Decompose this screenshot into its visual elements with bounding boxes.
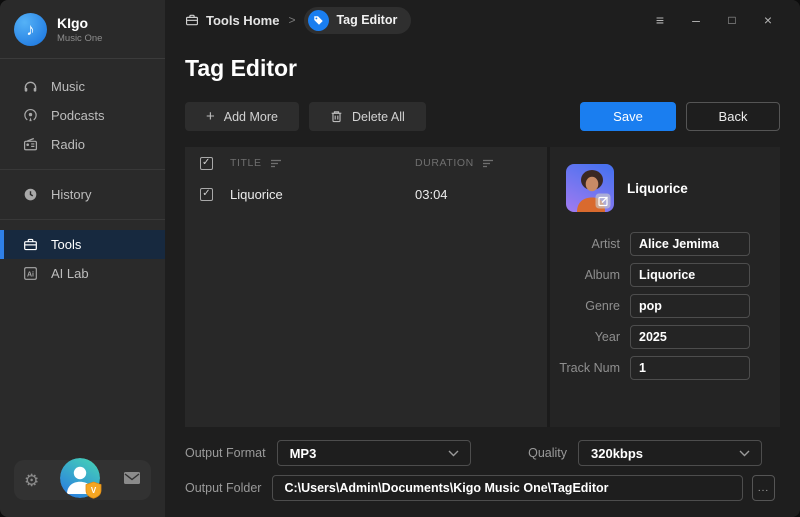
sidebar-item-label: Podcasts: [51, 108, 105, 123]
album-label: Album: [584, 268, 620, 282]
svg-text:V: V: [91, 486, 97, 495]
workspace: ✓ TITLE DURATION ✓ Liquorice 03:04 Liquo…: [185, 147, 780, 427]
artist-field[interactable]: [630, 232, 750, 256]
sidebar-item-music[interactable]: Music: [0, 72, 165, 101]
track-title-cell: Liquorice: [230, 186, 283, 202]
delete-all-button[interactable]: Delete All: [308, 102, 426, 131]
sidebar-item-ai-lab[interactable]: Ai AI Lab: [0, 259, 165, 288]
tag-icon: [308, 9, 330, 31]
close-button[interactable]: ×: [750, 7, 786, 33]
quality-select[interactable]: 320kbps: [578, 440, 762, 466]
album-art[interactable]: [566, 164, 614, 212]
app-window: ♪ KIgo Music One Music Podcasts Radio Hi…: [0, 0, 800, 517]
sort-icon[interactable]: [482, 159, 494, 168]
sidebar-divider: [0, 58, 165, 59]
sidebar-item-label: AI Lab: [51, 266, 89, 281]
add-more-button[interactable]: + Add More: [185, 102, 299, 131]
avatar[interactable]: V: [59, 457, 103, 501]
table-header: ✓ TITLE DURATION: [185, 147, 547, 179]
topbar: Tools Home > Tag Editor ≡ – □ ×: [165, 0, 800, 40]
check-icon: ✓: [202, 188, 211, 199]
chevron-right-separator: >: [288, 13, 296, 27]
toolbox-icon: [24, 238, 37, 251]
output-settings-row: Output Format MP3 Quality 320kbps: [185, 440, 762, 466]
plus-icon: +: [206, 108, 215, 125]
maximize-button[interactable]: □: [714, 7, 750, 33]
track-table: ✓ TITLE DURATION ✓ Liquorice 03:04: [185, 147, 547, 427]
nav-divider: [0, 219, 165, 220]
menu-icon[interactable]: ≡: [642, 7, 678, 33]
output-folder-row: Output Folder ...: [185, 475, 775, 501]
music-note-icon: ♪: [26, 19, 35, 39]
toolbox-icon: [186, 14, 198, 26]
output-format-select[interactable]: MP3: [276, 440, 471, 466]
page-title: Tag Editor: [185, 55, 298, 81]
column-header-title: TITLE: [230, 157, 262, 169]
output-folder-input[interactable]: [272, 475, 743, 501]
check-icon: ✓: [202, 157, 211, 168]
sidebar-item-podcasts[interactable]: Podcasts: [0, 101, 165, 130]
sidebar-nav: Music Podcasts Radio History Tools Ai AI…: [0, 72, 165, 288]
trash-icon: [331, 111, 342, 123]
table-row[interactable]: ✓ Liquorice 03:04: [185, 179, 547, 209]
year-field[interactable]: [630, 325, 750, 349]
gear-icon[interactable]: ⚙: [24, 472, 39, 489]
track-num-label: Track Num: [559, 361, 620, 375]
column-header-duration: DURATION: [415, 157, 474, 169]
ai-lab-icon: Ai: [24, 267, 37, 280]
svg-text:Ai: Ai: [27, 271, 34, 278]
save-button[interactable]: Save: [580, 102, 676, 131]
quality-label: Quality: [528, 446, 567, 460]
genre-field[interactable]: [630, 294, 750, 318]
breadcrumb-tools-home[interactable]: Tools Home: [185, 13, 279, 28]
shield-badge-icon: V: [85, 481, 102, 499]
output-format-label: Output Format: [185, 446, 266, 460]
chevron-down-icon: [448, 450, 459, 456]
browse-folder-button[interactable]: ...: [752, 475, 775, 501]
sidebar-item-label: Radio: [51, 137, 85, 152]
minimize-button[interactable]: –: [678, 7, 714, 33]
sidebar-item-tools[interactable]: Tools: [0, 230, 165, 259]
sidebar-item-radio[interactable]: Radio: [0, 130, 165, 159]
detail-track-title: Liquorice: [627, 180, 688, 196]
history-clock-icon: [24, 188, 37, 201]
nav-divider: [0, 169, 165, 170]
track-duration-cell: 03:04: [415, 186, 448, 202]
sidebar-item-label: Music: [51, 79, 85, 94]
podcast-icon: [24, 109, 37, 122]
artist-label: Artist: [591, 237, 620, 251]
year-label: Year: [594, 330, 620, 344]
row-checkbox[interactable]: ✓: [200, 187, 213, 201]
select-all-checkbox[interactable]: ✓: [200, 156, 213, 170]
genre-label: Genre: [585, 299, 620, 313]
chevron-down-icon: [739, 450, 750, 456]
mail-icon[interactable]: [123, 471, 141, 490]
track-num-field[interactable]: [630, 356, 750, 380]
breadcrumb: Tools Home > Tag Editor: [185, 6, 412, 34]
headphones-icon: [24, 81, 37, 92]
app-logo-row: ♪ KIgo Music One: [0, 0, 165, 58]
avatar-icon: V: [60, 458, 102, 499]
app-logo-icon: ♪: [14, 13, 47, 46]
breadcrumb-tag-editor[interactable]: Tag Editor: [304, 6, 412, 34]
app-name: KIgo: [57, 14, 89, 31]
sidebar: ♪ KIgo Music One Music Podcasts Radio Hi…: [0, 0, 165, 517]
sidebar-item-history[interactable]: History: [0, 180, 165, 209]
sort-icon[interactable]: [270, 159, 282, 168]
album-field[interactable]: [630, 263, 750, 287]
tag-detail-panel: Liquorice Artist Album Genre Year: [550, 147, 780, 427]
sidebar-item-label: History: [51, 187, 92, 202]
output-folder-label: Output Folder: [185, 481, 262, 495]
app-subtitle: Music One: [57, 32, 103, 44]
radio-icon: [23, 137, 38, 151]
sidebar-item-label: Tools: [51, 237, 82, 252]
toolbar: + Add More Delete All Save Back: [185, 102, 780, 131]
window-controls: ≡ – □ ×: [642, 7, 786, 33]
main-area: Tools Home > Tag Editor ≡ – □ × Tag Edit…: [165, 0, 800, 517]
edit-cover-icon: [595, 193, 611, 209]
user-bar: ⚙ V: [14, 457, 151, 501]
back-button[interactable]: Back: [686, 102, 780, 131]
